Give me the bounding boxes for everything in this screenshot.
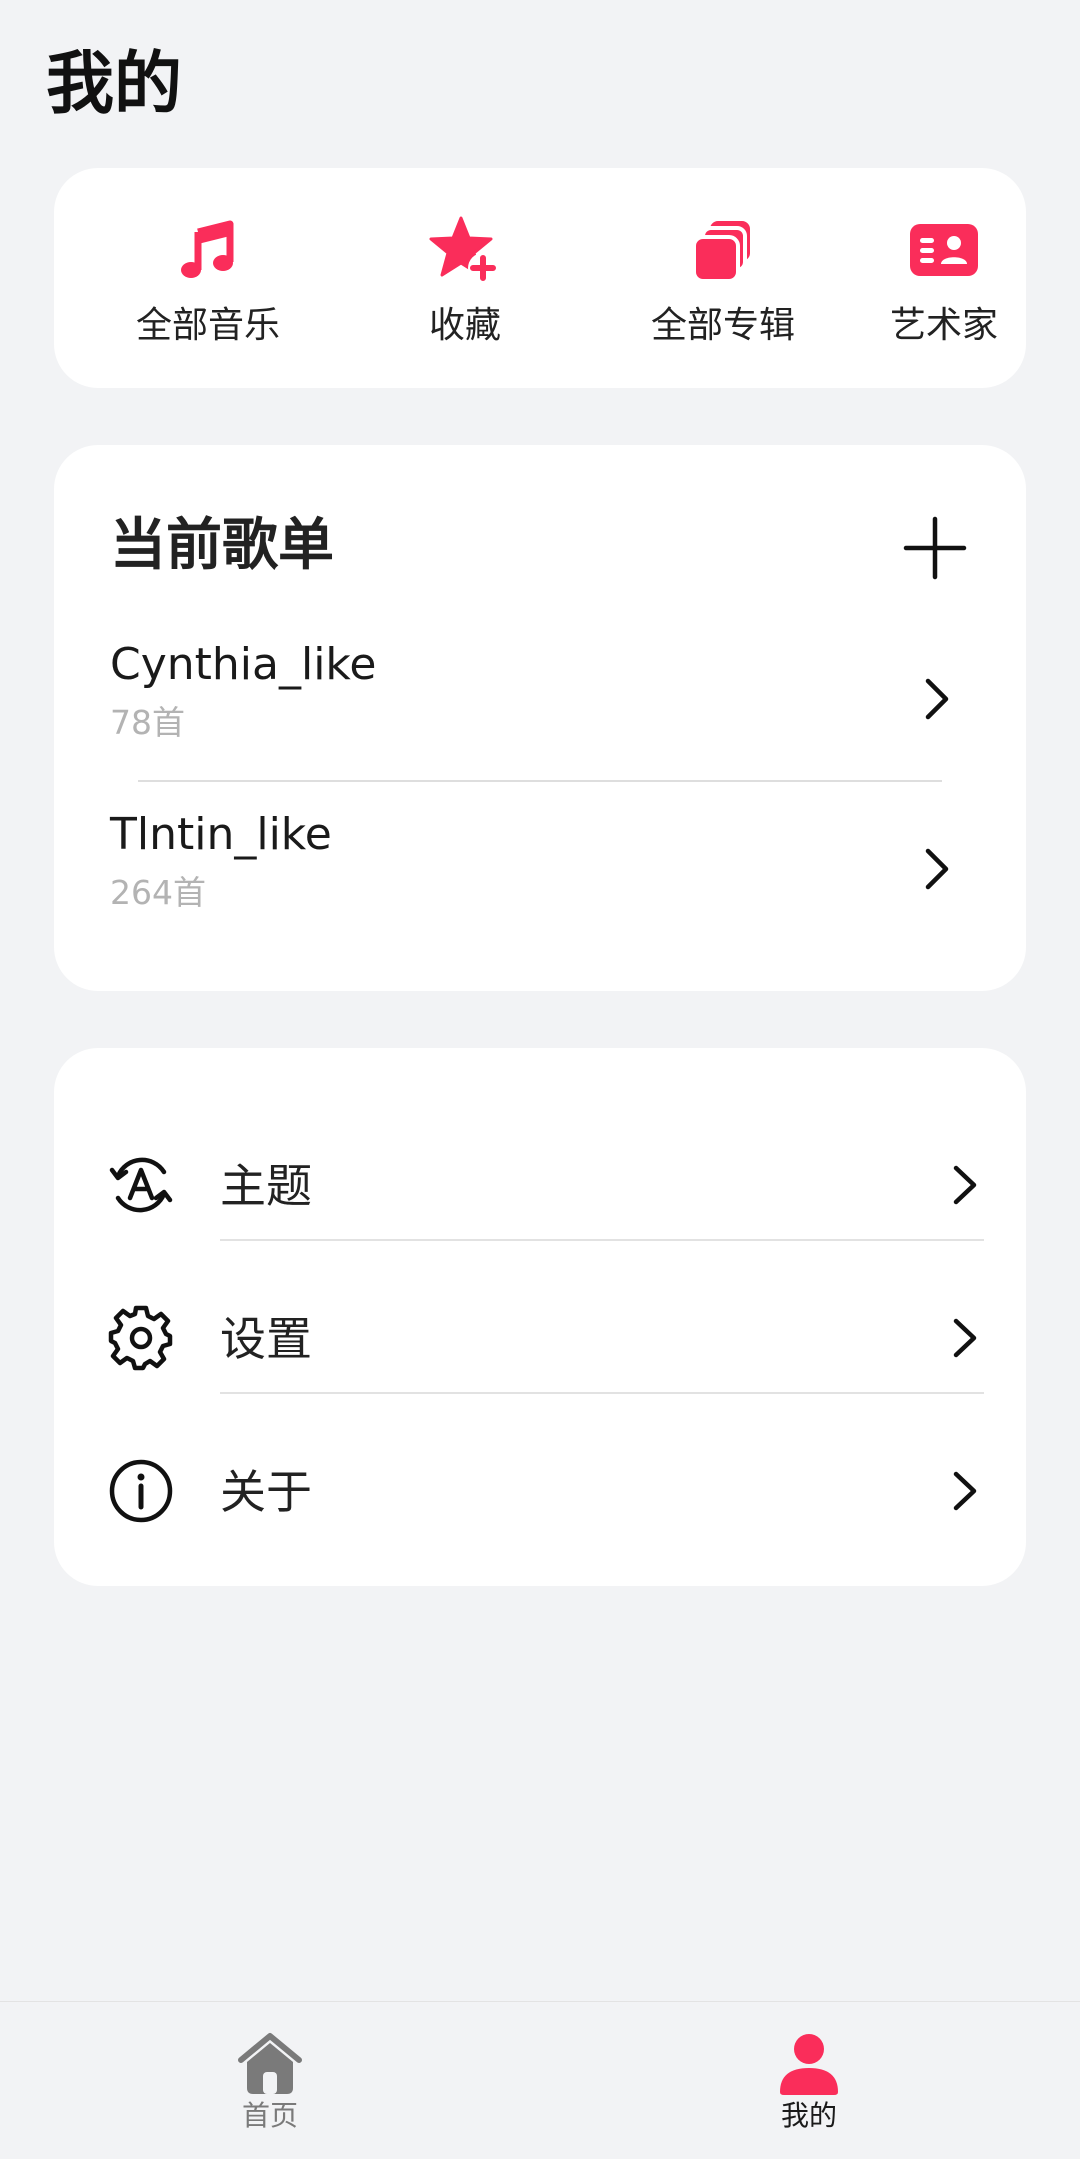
person-icon [774,2032,844,2096]
artist-card-icon [906,212,982,288]
settings-item-about[interactable]: 关于 [54,1412,1026,1562]
divider [220,1239,984,1241]
page-title: 我的 [46,45,183,124]
playlist-row[interactable]: Tlntin_like 264首 [54,807,1026,957]
info-icon [108,1458,174,1524]
home-icon [235,2032,305,2096]
playlist-count: 264首 [110,873,206,912]
playlist-name: Cynthia_like [110,639,377,690]
shortcut-label: 全部专辑 [650,305,795,346]
shortcut-favorites[interactable]: 收藏 [365,168,565,388]
my-page: 我的 全部音乐 收藏 全部专辑 艺术家 当前歌单 Cynthia_like 78… [0,0,1080,2159]
playlist-name: Tlntin_like [110,809,332,860]
bottom-navigation: 首页 我的 [0,2001,1080,2159]
star-plus-icon [427,212,503,288]
nav-label: 首页 [241,2099,298,2132]
settings-item-theme[interactable]: 主题 [54,1106,1026,1256]
playlists-title: 当前歌单 [110,513,334,578]
settings-item-label: 设置 [220,1312,312,1366]
playlist-row[interactable]: Cynthia_like 78首 [54,637,1026,787]
shortcut-artists[interactable]: 艺术家 [844,168,1044,388]
settings-item-settings[interactable]: 设置 [54,1259,1026,1409]
chevron-right-icon [946,1162,982,1208]
shortcut-label: 收藏 [428,305,501,346]
shortcuts-card: 全部音乐 收藏 全部专辑 艺术家 [54,168,1026,388]
nav-label: 我的 [780,2099,837,2132]
divider [138,780,942,782]
theme-icon [108,1152,174,1218]
chevron-right-icon [946,1468,982,1514]
gear-icon [108,1305,174,1371]
current-playlists-card: 当前歌单 Cynthia_like 78首 Tlntin_like 264首 [54,445,1026,991]
shortcut-all-albums[interactable]: 全部专辑 [623,168,823,388]
albums-stack-icon [685,212,761,288]
chevron-right-icon [916,845,956,893]
settings-item-label: 关于 [220,1465,312,1519]
plus-icon [903,516,967,580]
music-note-icon [170,212,246,288]
shortcut-all-music[interactable]: 全部音乐 [108,168,308,388]
nav-tab-home[interactable]: 首页 [170,2002,370,2159]
add-playlist-button[interactable] [900,513,970,583]
shortcut-label: 全部音乐 [135,305,280,346]
shortcut-label: 艺术家 [889,305,998,346]
chevron-right-icon [946,1315,982,1361]
nav-tab-mine[interactable]: 我的 [709,2002,909,2159]
settings-item-label: 主题 [220,1159,312,1213]
divider [220,1392,984,1394]
settings-card: 主题 设置 关于 [54,1048,1026,1586]
playlist-count: 78首 [110,703,185,742]
chevron-right-icon [916,675,956,723]
